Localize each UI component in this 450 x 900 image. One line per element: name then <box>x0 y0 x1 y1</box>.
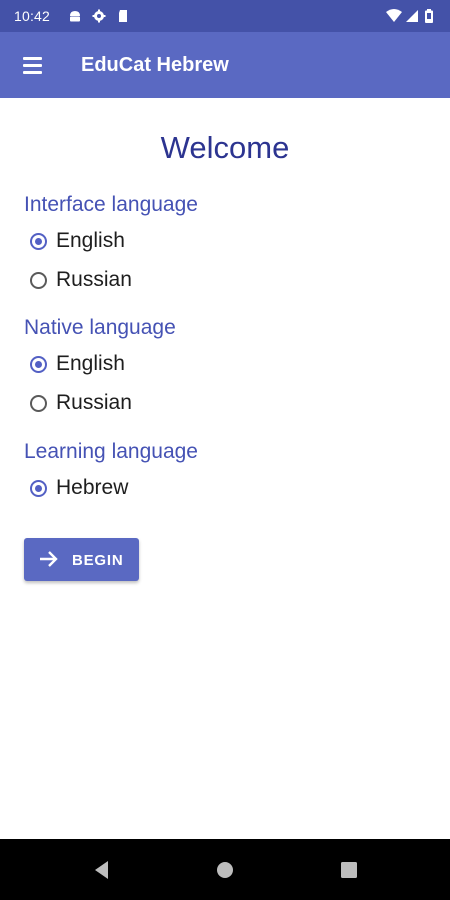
sdcard-icon <box>119 10 127 22</box>
radio-button[interactable] <box>30 271 47 289</box>
radio-learning-hebrew[interactable]: Hebrew <box>28 472 128 504</box>
recents-icon[interactable] <box>335 856 363 884</box>
radio-label: English <box>56 352 125 375</box>
radio-native-russian[interactable]: Russian <box>28 387 132 419</box>
section-label-interface-language: Interface language <box>24 193 198 216</box>
menu-icon[interactable] <box>12 45 52 85</box>
battery-icon <box>425 9 433 23</box>
radio-label: Hebrew <box>56 476 129 499</box>
section-label-native-language: Native language <box>24 316 176 339</box>
status-bar: 10:42 <box>0 0 450 32</box>
radio-interface-russian[interactable]: Russian <box>28 264 132 296</box>
navigation-bar <box>0 839 450 900</box>
app-title: EduCat Hebrew <box>81 54 229 76</box>
radio-label: English <box>56 229 125 252</box>
begin-label: BEGIN <box>72 552 124 569</box>
radio-label: Russian <box>56 268 132 291</box>
begin-button[interactable]: BEGIN <box>24 538 139 581</box>
home-icon[interactable] <box>211 856 239 884</box>
status-time: 10:42 <box>14 8 51 24</box>
radio-interface-english[interactable]: English <box>28 225 125 257</box>
back-icon[interactable] <box>88 856 116 884</box>
gear-icon <box>92 9 106 23</box>
radio-label: Russian <box>56 391 132 414</box>
app-bar: EduCat Hebrew <box>0 32 450 98</box>
radio-button[interactable] <box>30 394 47 412</box>
section-label-learning-language: Learning language <box>24 440 198 463</box>
wifi-icon <box>386 9 402 22</box>
signal-icon <box>406 10 418 22</box>
radio-native-english[interactable]: English <box>28 348 125 380</box>
radio-button[interactable] <box>30 232 47 250</box>
android-icon <box>70 11 80 22</box>
arrow-right-icon <box>40 551 58 567</box>
page-title: Welcome <box>160 130 290 165</box>
radio-button[interactable] <box>30 479 47 497</box>
radio-button[interactable] <box>30 355 47 373</box>
